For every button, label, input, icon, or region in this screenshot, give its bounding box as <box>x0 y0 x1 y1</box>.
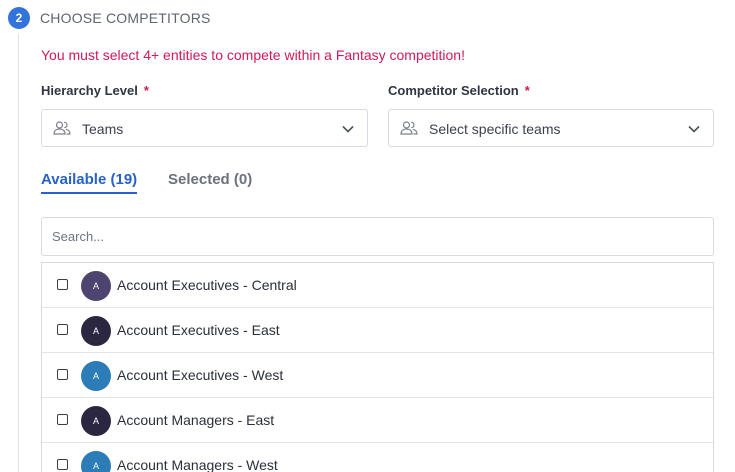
tab-selected[interactable]: Selected (0) <box>168 171 252 188</box>
hierarchy-level-label: Hierarchy Level * <box>41 83 149 98</box>
checkbox[interactable] <box>57 459 68 470</box>
list-item-name: Account Executives - West <box>117 367 284 383</box>
checkbox[interactable] <box>57 414 68 425</box>
checkbox[interactable] <box>57 279 68 290</box>
chevron-down-icon <box>688 125 700 133</box>
avatar: A <box>81 451 111 472</box>
list-item[interactable]: A Account Managers - West <box>42 443 713 472</box>
hierarchy-level-label-text: Hierarchy Level <box>41 83 138 98</box>
hierarchy-level-select[interactable]: Teams <box>41 109 368 147</box>
avatar: A <box>81 271 111 301</box>
list-item[interactable]: A Account Executives - West <box>42 353 713 398</box>
validation-warning: You must select 4+ entities to compete w… <box>41 47 465 63</box>
list-item-name: Account Executives - East <box>117 322 280 338</box>
competitor-selection-value: Select specific teams <box>429 121 561 137</box>
list-item-name: Account Executives - Central <box>117 277 297 293</box>
checkbox[interactable] <box>57 324 68 335</box>
avatar: A <box>81 316 111 346</box>
list-item-name: Account Managers - West <box>117 457 278 472</box>
step-number-badge: 2 <box>8 7 30 29</box>
tab-available[interactable]: Available (19) <box>41 171 138 194</box>
competitor-selection-select[interactable]: Select specific teams <box>388 109 714 147</box>
avatar: A <box>81 361 111 391</box>
search-input[interactable] <box>41 217 714 256</box>
chevron-down-icon <box>342 125 354 133</box>
competitor-list: A Account Executives - Central A Account Ex… <box>41 262 714 472</box>
required-marker: * <box>143 83 149 98</box>
competitor-selection-label: Competitor Selection * <box>388 83 530 98</box>
list-item[interactable]: A Account Managers - East <box>42 398 713 443</box>
required-marker: * <box>524 83 530 98</box>
checkbox[interactable] <box>57 369 68 380</box>
people-icon <box>53 121 71 135</box>
step-connector-line <box>18 34 19 472</box>
step-title: CHOOSE COMPETITORS <box>40 10 211 26</box>
people-icon <box>400 121 418 135</box>
competitor-selection-label-text: Competitor Selection <box>388 83 519 98</box>
choose-competitors-page: 2 CHOOSE COMPETITORS You must select 4+ … <box>0 0 735 472</box>
list-item[interactable]: A Account Executives - Central <box>42 263 713 308</box>
list-item-name: Account Managers - East <box>117 412 275 428</box>
hierarchy-level-value: Teams <box>82 121 124 137</box>
avatar: A <box>81 406 111 436</box>
list-item[interactable]: A Account Executives - East <box>42 308 713 353</box>
